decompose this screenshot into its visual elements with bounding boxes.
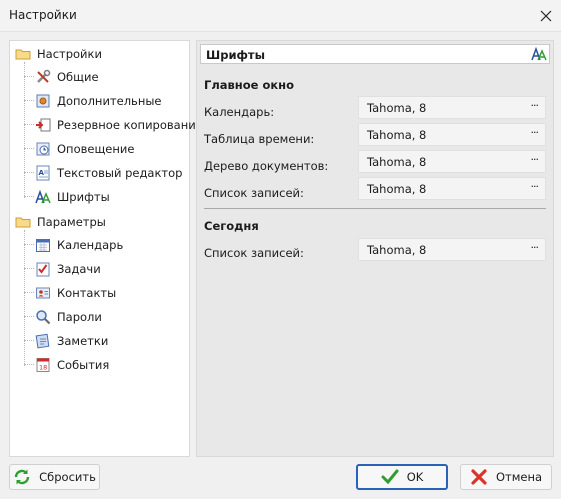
events-icon: 18: [36, 358, 50, 372]
svg-text:A: A: [39, 169, 45, 177]
tree-item-label: Задачи: [57, 262, 101, 276]
ok-button-label: OK: [406, 470, 424, 484]
tree-group-parameters[interactable]: Параметры: [15, 212, 106, 232]
font-value: Tahoma, 8: [367, 101, 427, 115]
refresh-icon: [14, 469, 30, 485]
browse-font-button[interactable]: ···: [531, 126, 539, 139]
field-label: Дерево документов:: [204, 159, 329, 173]
tree-item-label: События: [57, 358, 110, 372]
field-label: Календарь:: [204, 105, 275, 119]
tree-group-settings[interactable]: Настройки: [15, 44, 102, 64]
tree-item-label: Шрифты: [57, 190, 110, 204]
font-value: Tahoma, 8: [367, 182, 427, 196]
cancel-button-label: Отмена: [495, 470, 543, 484]
tree-item-label: Общие: [57, 70, 99, 84]
fonts-icon: [35, 189, 51, 204]
advanced-settings-icon: [36, 94, 50, 108]
tree-item-label: Заметки: [57, 334, 109, 348]
browse-font-button[interactable]: ···: [531, 241, 539, 254]
tree-item-label: Резервное копирование: [57, 118, 203, 132]
fonts-icon: [531, 46, 547, 61]
text-editor-icon: A: [36, 165, 50, 181]
tree-item-advanced[interactable]: Дополнительные: [35, 91, 162, 111]
tree-item-label: Дополнительные: [57, 94, 162, 108]
tree-item-backup[interactable]: Резервное копирование: [35, 115, 203, 135]
panel-header: Шрифты: [200, 44, 550, 64]
font-picker-time-table[interactable]: Tahoma, 8 ···: [358, 123, 546, 146]
cancel-button[interactable]: Отмена: [460, 464, 552, 490]
checkmark-icon: [381, 469, 399, 485]
font-picker-document-tree[interactable]: Tahoma, 8 ···: [358, 150, 546, 173]
tree-group-label: Параметры: [37, 215, 106, 229]
section-title-main-window: Главное окно: [204, 78, 294, 92]
contacts-icon: [36, 287, 50, 299]
tree-item-notification[interactable]: Оповещение: [35, 139, 134, 159]
section-title-today: Сегодня: [204, 219, 259, 233]
tools-icon: [37, 69, 51, 83]
ok-button[interactable]: OK: [356, 464, 448, 490]
calendar-icon: [36, 239, 50, 252]
tree-item-fonts[interactable]: Шрифты: [35, 187, 110, 207]
field-label: Таблица времени:: [204, 132, 315, 146]
tree-item-notes[interactable]: Заметки: [35, 331, 108, 351]
tree-item-contacts[interactable]: Контакты: [35, 283, 116, 303]
font-picker-calendar[interactable]: Tahoma, 8 ···: [358, 96, 546, 119]
tree-group-label: Настройки: [37, 47, 102, 61]
tree-item-text-editor[interactable]: A Текстовый редактор: [35, 163, 182, 183]
font-picker-today-record-list[interactable]: Tahoma, 8 ···: [358, 238, 546, 261]
font-value: Tahoma, 8: [367, 243, 427, 257]
notes-icon: [35, 333, 50, 349]
font-value: Tahoma, 8: [367, 155, 427, 169]
font-picker-record-list[interactable]: Tahoma, 8 ···: [358, 177, 546, 200]
svg-text:18: 18: [39, 364, 47, 372]
browse-font-button[interactable]: ···: [531, 99, 539, 112]
fonts-panel: Шрифты Главное окно Календарь: Tahoma, 8…: [196, 40, 554, 457]
tree-item-label: Текстовый редактор: [57, 166, 183, 180]
cancel-x-icon: [471, 469, 487, 485]
tree-item-label: Пароли: [57, 310, 102, 324]
tree-item-general[interactable]: Общие: [35, 67, 99, 87]
browse-font-button[interactable]: ···: [531, 153, 539, 166]
reset-button[interactable]: Сбросить: [9, 464, 100, 490]
browse-font-button[interactable]: ···: [531, 180, 539, 193]
notification-icon: [36, 142, 50, 156]
close-button[interactable]: [531, 0, 561, 31]
section-divider: [204, 208, 546, 209]
font-value: Tahoma, 8: [367, 128, 427, 142]
panel-title: Шрифты: [206, 48, 265, 62]
field-label: Список записей:: [204, 186, 304, 200]
field-label: Список записей:: [204, 246, 304, 260]
reset-button-label: Сбросить: [39, 470, 96, 484]
title-bar: Настройки: [0, 0, 561, 31]
tasks-icon: [36, 262, 50, 277]
folder-icon: [15, 49, 31, 60]
backup-icon: [36, 118, 51, 132]
tree-item-events[interactable]: 18 События: [35, 355, 109, 375]
window-title: Настройки: [9, 8, 77, 22]
folder-icon: [15, 217, 31, 228]
settings-tree[interactable]: Настройки Общие Дополнительные Резервное…: [9, 40, 203, 457]
tree-item-tasks[interactable]: Задачи: [35, 259, 101, 279]
tree-item-calendar[interactable]: Календарь: [35, 235, 123, 255]
passwords-icon: [36, 310, 51, 325]
tree-item-passwords[interactable]: Пароли: [35, 307, 102, 327]
tree-item-label: Контакты: [57, 286, 117, 300]
tree-item-label: Календарь: [57, 238, 124, 252]
close-icon: [540, 10, 552, 21]
tree-item-label: Оповещение: [57, 142, 135, 156]
